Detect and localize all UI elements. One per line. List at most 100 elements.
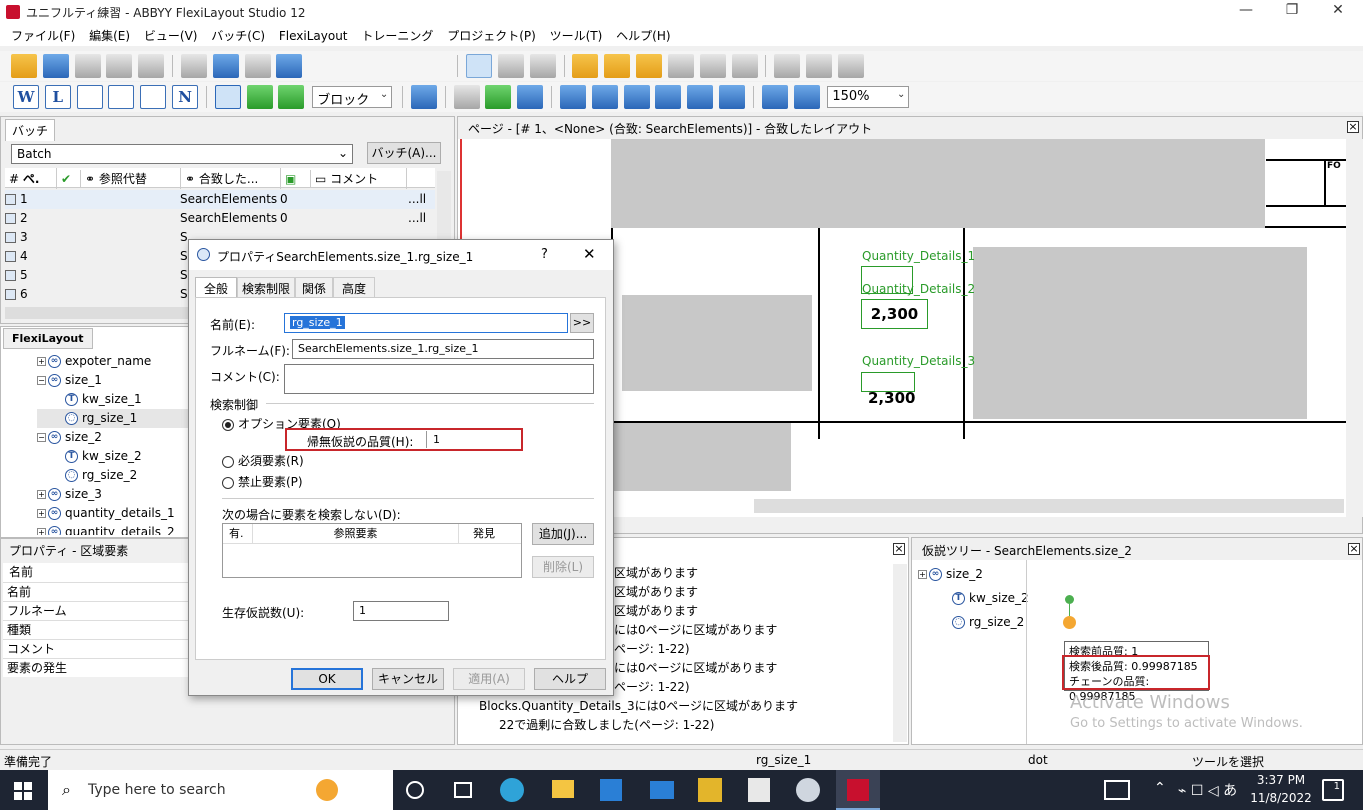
- task-view-icon[interactable]: [454, 782, 472, 798]
- cancel-button[interactable]: キャンセル: [372, 668, 444, 690]
- tab-flexilayout[interactable]: FlexiLayout: [3, 328, 93, 349]
- align-icon[interactable]: [485, 85, 512, 109]
- training-icon[interactable]: [410, 85, 437, 109]
- add-region-icon[interactable]: [667, 54, 694, 78]
- delete-region-icon[interactable]: [731, 54, 758, 78]
- v-scrollbar[interactable]: [893, 564, 907, 742]
- tree-item-rg-size-1[interactable]: ◌ rg_size_1: [37, 409, 197, 428]
- table-add-icon[interactable]: [774, 54, 801, 78]
- rotate-back-icon[interactable]: [591, 85, 618, 109]
- tree-item-quantity-details-2[interactable]: + ∞ quantity_details_2: [37, 523, 197, 535]
- tab-relations[interactable]: 関係: [295, 277, 334, 299]
- menu-file[interactable]: ファイル(F): [6, 24, 80, 47]
- close-button[interactable]: ✕: [1318, 2, 1358, 22]
- close-icon[interactable]: ✕: [583, 245, 596, 263]
- table-icon[interactable]: [76, 85, 103, 109]
- edge-icon[interactable]: [500, 778, 524, 802]
- option-required[interactable]: 必須要素(R): [222, 452, 304, 469]
- move-up-2-icon[interactable]: [244, 54, 271, 78]
- tree-item-rg-size-2[interactable]: ◌ rg_size_2: [918, 613, 1029, 632]
- prop-row[interactable]: 名前: [3, 582, 189, 601]
- notepad-icon[interactable]: [748, 778, 770, 802]
- add-condition-button[interactable]: 追加(J)...: [532, 523, 594, 545]
- line-icon[interactable]: L: [44, 85, 71, 109]
- tab-search-limit[interactable]: 検索制限: [237, 277, 296, 299]
- move-down-2-icon[interactable]: [276, 54, 303, 78]
- explorer-icon[interactable]: [552, 780, 574, 798]
- word-icon[interactable]: W: [13, 85, 39, 109]
- menu-project[interactable]: プロジェクト(P): [442, 24, 541, 47]
- prop-row[interactable]: 名前: [3, 563, 189, 582]
- cut-icon[interactable]: [74, 54, 101, 78]
- tree-item-size-3[interactable]: + ∞ size_3: [37, 485, 197, 504]
- tree-item-size-1[interactable]: − ∞ size_1: [37, 371, 197, 390]
- tree-item-kw-size-2[interactable]: Tkw_size_2: [918, 589, 1029, 608]
- menu-batch[interactable]: バッチ(C): [206, 24, 270, 47]
- settings-icon[interactable]: [719, 85, 746, 109]
- keyboard-icon[interactable]: [1104, 780, 1130, 800]
- block-add-icon[interactable]: [246, 85, 273, 109]
- col-matched[interactable]: ⚭ 合致した...: [181, 168, 281, 189]
- edit-region-icon[interactable]: [636, 54, 663, 78]
- network-icon[interactable]: ⌁ ☐ ◁ あ: [1178, 780, 1237, 800]
- quantity-details-2-box[interactable]: 2,300: [861, 299, 928, 329]
- col-has[interactable]: 有.: [223, 524, 253, 543]
- menu-flexilayout[interactable]: FlexiLayout: [274, 26, 353, 46]
- comment-field[interactable]: [284, 364, 594, 394]
- flexilayout-taskbar-app[interactable]: [836, 770, 880, 810]
- save-icon[interactable]: [42, 54, 69, 78]
- close-icon[interactable]: ×: [893, 543, 905, 555]
- zoom-in-icon[interactable]: [761, 85, 788, 109]
- tab-batch[interactable]: バッチ: [5, 119, 56, 141]
- tree-item-quantity-details-1[interactable]: + ∞ quantity_details_1: [37, 504, 197, 523]
- tree-item-kw-size-1[interactable]: Tkw_size_1: [37, 390, 197, 409]
- delete-condition-button[interactable]: 削除(L): [532, 556, 594, 578]
- radio-optional[interactable]: [222, 418, 234, 431]
- open-icon[interactable]: [11, 54, 37, 78]
- prop-row[interactable]: 種類: [3, 620, 189, 639]
- document-icon[interactable]: [687, 85, 714, 109]
- excel-icon[interactable]: ▣: [281, 170, 311, 188]
- page-icon[interactable]: [623, 85, 650, 109]
- name-more-button[interactable]: >>: [570, 313, 594, 333]
- tree-item-expoter-name[interactable]: + ∞ expoter_name: [37, 352, 197, 371]
- zoom-out-icon[interactable]: [793, 85, 820, 109]
- move-down-icon[interactable]: [212, 54, 239, 78]
- refresh-icon[interactable]: [655, 85, 682, 109]
- batch-combo[interactable]: Batch ⌄: [11, 144, 353, 164]
- table-add-2-icon[interactable]: [806, 54, 833, 78]
- hypothesis-node[interactable]: [1063, 616, 1076, 629]
- maximize-button[interactable]: ❐: [1272, 2, 1312, 22]
- block-type-combo[interactable]: ブロック ⌄: [312, 86, 393, 108]
- tree-item-rg-size-2[interactable]: ◌ rg_size_2: [37, 466, 197, 485]
- distribute-icon[interactable]: [517, 85, 544, 109]
- menu-tools[interactable]: ツール(T): [545, 24, 608, 47]
- notification-icon[interactable]: 1: [1322, 779, 1344, 801]
- tab-advanced[interactable]: 高度: [333, 277, 376, 299]
- clock-time[interactable]: 3:37 PM: [1253, 773, 1309, 787]
- block-select-icon[interactable]: [214, 85, 241, 109]
- pointer-icon[interactable]: [466, 54, 493, 78]
- number-icon[interactable]: N: [172, 85, 199, 109]
- zoom-combo[interactable]: 150% ⌄: [827, 86, 910, 108]
- close-icon[interactable]: ×: [1348, 543, 1360, 555]
- table-row[interactable]: 2 SearchElements 0 ...ll: [5, 209, 435, 228]
- paste-icon[interactable]: [138, 54, 165, 78]
- quality-field[interactable]: 1: [426, 431, 520, 448]
- batch-button[interactable]: バッチ(A)...: [367, 142, 441, 164]
- app-icon[interactable]: [698, 778, 722, 802]
- barcode-icon[interactable]: [108, 85, 135, 109]
- chevron-up-icon[interactable]: ⌃: [1154, 780, 1166, 796]
- cortana-icon[interactable]: [406, 781, 424, 799]
- search-region-icon[interactable]: [604, 54, 631, 78]
- minimize-button[interactable]: —: [1226, 2, 1266, 22]
- hypothesis-node[interactable]: [1065, 595, 1074, 604]
- list-icon[interactable]: [453, 85, 480, 109]
- picture-icon[interactable]: [140, 85, 167, 109]
- table-remove-icon[interactable]: [837, 54, 864, 78]
- menu-training[interactable]: トレーニング: [356, 24, 438, 47]
- taskbar-search[interactable]: ⌕ Type here to search: [48, 770, 393, 810]
- option-forbidden[interactable]: 禁止要素(P): [222, 473, 303, 490]
- store-icon[interactable]: [600, 779, 622, 801]
- prop-row[interactable]: フルネーム: [3, 601, 189, 620]
